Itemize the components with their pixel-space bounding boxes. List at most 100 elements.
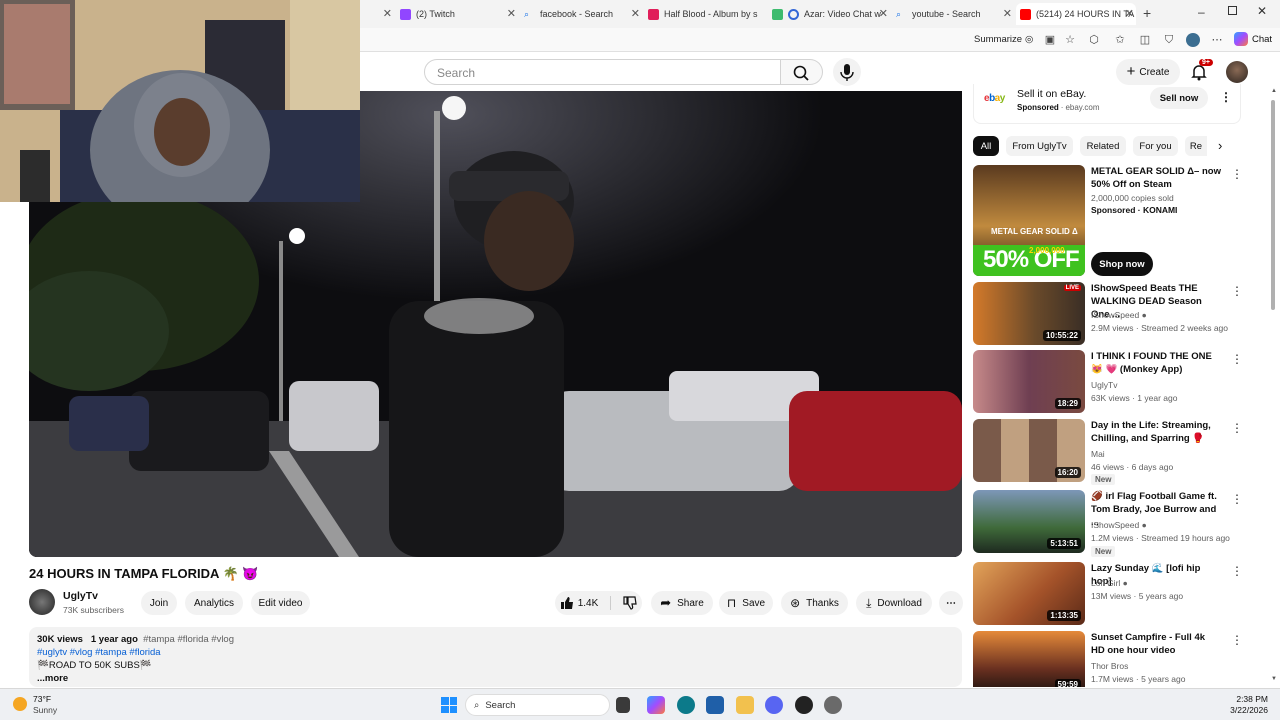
channel-name[interactable]: UglyTv: [63, 590, 98, 602]
filter-all[interactable]: All: [973, 136, 999, 156]
tab-youtube-search[interactable]: ⌕ youtube - Search ✕: [896, 3, 1014, 25]
split-screen-icon[interactable]: ▣: [1043, 33, 1057, 47]
rec-channel[interactable]: Lofi Girl ●: [1091, 578, 1128, 588]
channel-avatar[interactable]: [29, 589, 55, 615]
filter-from-uglytv[interactable]: From UglyTv: [1006, 136, 1073, 156]
sell-now-button[interactable]: Sell now: [1150, 87, 1208, 109]
copilot-chat-button[interactable]: Chat: [1234, 32, 1272, 46]
shield-icon[interactable]: ⛉: [1162, 33, 1176, 47]
close-icon[interactable]: ✕: [507, 7, 516, 20]
tab-twitch[interactable]: (2) Twitch ✕: [400, 3, 518, 25]
recommendation-item[interactable]: 5:13:51 🏈 irl Flag Football Game ft. Tom…: [973, 490, 1243, 558]
settings-gear-icon[interactable]: [824, 696, 842, 714]
ebay-logo: ebay: [984, 93, 1005, 104]
sponsored-recommendation[interactable]: METAL GEAR SOLID Δ 50% OFF 2,000,000 MET…: [973, 165, 1243, 280]
more-vertical-icon[interactable]: ⋮: [1231, 352, 1243, 366]
hashtag-links[interactable]: #uglytv #vlog #tampa #florida: [37, 646, 954, 659]
tab-azar[interactable]: Azar: Video Chat w ✕: [772, 3, 890, 25]
more-actions-button[interactable]: ⋯: [939, 591, 963, 615]
chevron-right-icon[interactable]: ›: [1218, 138, 1222, 153]
tab-youtube-video[interactable]: (5214) 24 HOURS IN TA ✕: [1016, 3, 1136, 25]
close-icon[interactable]: ✕: [383, 7, 392, 20]
scroll-down-icon[interactable]: ▼: [1271, 676, 1277, 682]
rec-channel[interactable]: UglyTv: [1091, 380, 1117, 390]
windows-start-icon[interactable]: [441, 697, 457, 713]
more-vertical-icon[interactable]: ⋮: [1231, 167, 1243, 181]
like-button[interactable]: 1.4K: [560, 596, 598, 610]
close-icon[interactable]: ✕: [631, 7, 640, 20]
recommendation-item[interactable]: LIVE 10:55:22 IShowSpeed Beats THE WALKI…: [973, 282, 1243, 347]
rec-title: I THINK I FOUND THE ONE 😻 💗 (Monkey App): [1091, 351, 1212, 375]
more-menu-icon[interactable]: ⋯: [1210, 33, 1224, 47]
rec-channel[interactable]: IShowSpeed ●: [1091, 310, 1147, 320]
tab-half-blood[interactable]: Half Blood - Album by ѕ: [648, 3, 766, 25]
voice-search-button[interactable]: [833, 58, 861, 86]
rec-channel[interactable]: IShowSpeed ●: [1091, 520, 1147, 530]
new-tab-icon[interactable]: +: [1143, 5, 1151, 21]
shop-now-button[interactable]: Shop now: [1091, 252, 1153, 276]
recommendation-item[interactable]: 1:13:35 Lazy Sunday 🌊 [lofi hip hop] Lof…: [973, 562, 1243, 627]
create-button[interactable]: + Create: [1116, 59, 1180, 85]
extensions-icon[interactable]: ⬡: [1087, 33, 1101, 47]
summarize-button[interactable]: Summarize ◎: [974, 34, 1033, 45]
more-vertical-icon[interactable]: ⋮: [1231, 284, 1243, 298]
sun-weather-icon[interactable]: [13, 697, 27, 711]
share-button[interactable]: ➦ Share: [651, 591, 713, 615]
store-icon[interactable]: [706, 696, 724, 714]
recommendation-item[interactable]: 16:20 Day in the Life: Streaming, Chilli…: [973, 419, 1243, 487]
weather-temp[interactable]: 73°F: [33, 694, 51, 704]
tab-close-partial[interactable]: ✕: [364, 3, 394, 25]
notifications-button[interactable]: 9+: [1190, 59, 1213, 86]
rec-channel[interactable]: Thor Bros: [1091, 661, 1128, 671]
profile-avatar-icon[interactable]: [1186, 33, 1200, 47]
more-vertical-icon[interactable]: ⋮: [1231, 633, 1241, 647]
collections-icon[interactable]: ◫: [1138, 33, 1152, 47]
browser-toolbar: Summarize ◎ ▣ ☆ ⬡ ✩ ◫ ⛉ ⋯ Chat: [360, 28, 1280, 52]
close-icon[interactable]: ✕: [879, 7, 888, 20]
close-icon[interactable]: ✕: [1003, 7, 1012, 20]
download-button[interactable]: ⤓ Download: [856, 591, 932, 615]
scroll-up-icon[interactable]: ▲: [1271, 88, 1277, 94]
clock-time[interactable]: 2:38 PM: [1220, 694, 1268, 704]
search-button[interactable]: [781, 59, 823, 85]
more-vertical-icon[interactable]: ⋮: [1231, 564, 1243, 578]
thumbs-down-icon[interactable]: [623, 596, 637, 610]
account-avatar[interactable]: [1226, 61, 1248, 83]
scrollbar-thumb[interactable]: [1271, 100, 1275, 310]
filter-related[interactable]: Related: [1080, 136, 1126, 156]
obs-icon[interactable]: [795, 696, 813, 714]
more-vertical-icon[interactable]: ⋮: [1220, 90, 1232, 104]
recommendation-item[interactable]: 18:29 I THINK I FOUND THE ONE 😻 💗 (Monke…: [973, 350, 1243, 415]
taskbar-search-box[interactable]: ⌕ Search: [465, 694, 610, 716]
ebay-ad[interactable]: ebay Sell it on eBay. Sponsored · ebay.c…: [973, 84, 1241, 124]
close-icon[interactable]: ✕: [1125, 7, 1134, 20]
rec-channel[interactable]: Mai: [1091, 449, 1105, 459]
analytics-button[interactable]: Analytics: [185, 591, 243, 615]
window-close-icon[interactable]: ✕: [1257, 4, 1267, 18]
favorites-icon[interactable]: ✩: [1113, 33, 1127, 47]
description-box[interactable]: 30K views 1 year ago #tampa #florida #vl…: [29, 627, 962, 687]
tab-facebook-search[interactable]: ⌕ facebook - Search ✕: [524, 3, 642, 25]
filter-partial[interactable]: Re: [1185, 136, 1207, 156]
maximize-icon[interactable]: [1228, 6, 1237, 15]
more-vertical-icon[interactable]: ⋮: [1231, 421, 1243, 435]
copilot-icon[interactable]: [647, 696, 665, 714]
search-input[interactable]: Search: [424, 59, 781, 85]
task-view-icon[interactable]: [616, 697, 630, 713]
recommendation-item[interactable]: 59:59 Sunset Campfire - Full 4k HD one h…: [973, 631, 1241, 687]
page-scrollbar[interactable]: ▲ ▼: [1268, 88, 1278, 688]
filter-for-you[interactable]: For you: [1133, 136, 1178, 156]
discord-icon[interactable]: [765, 696, 783, 714]
more-vertical-icon[interactable]: ⋮: [1231, 492, 1243, 506]
show-more-link[interactable]: ...more: [37, 672, 954, 685]
recording-icon: [788, 8, 799, 20]
clock-date[interactable]: 3/22/2026: [1220, 705, 1268, 715]
favorite-star-icon[interactable]: ☆: [1063, 33, 1077, 47]
thanks-button[interactable]: ⊛ Thanks: [781, 591, 848, 615]
minimize-icon[interactable]: –: [1198, 5, 1205, 19]
edit-video-button[interactable]: Edit video: [251, 591, 310, 615]
save-button[interactable]: ⊓ Save: [719, 591, 773, 615]
file-explorer-icon[interactable]: [736, 696, 754, 714]
join-button[interactable]: Join: [141, 591, 177, 615]
edge-browser-icon[interactable]: [677, 696, 695, 714]
